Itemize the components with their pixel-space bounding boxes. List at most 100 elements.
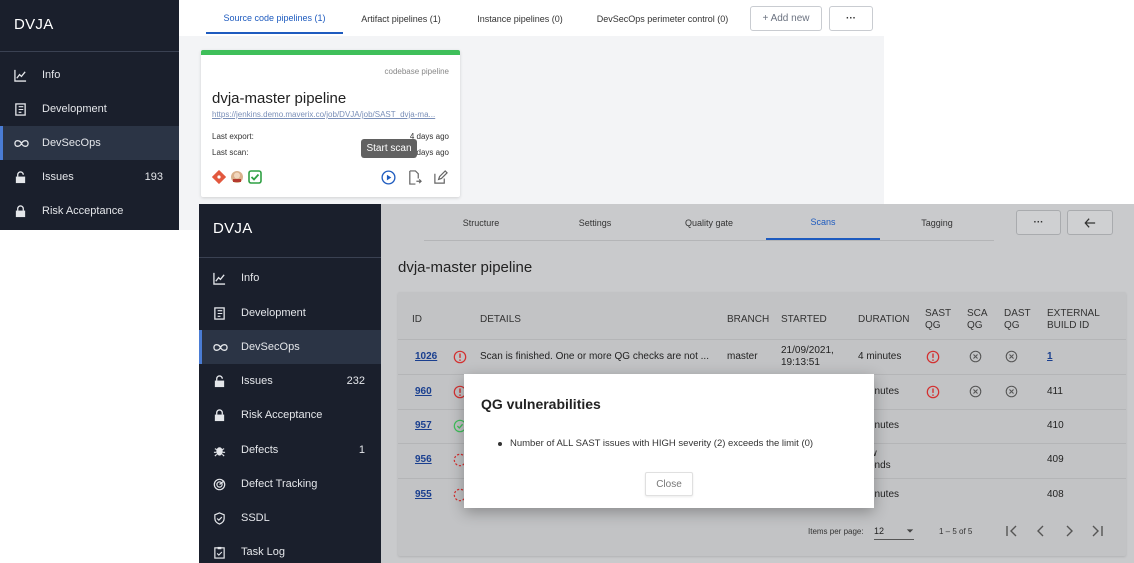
header-dast-qg: DAST QG xyxy=(1004,308,1031,331)
sidebar-item-development[interactable]: Development xyxy=(0,92,179,126)
back-button[interactable] xyxy=(1067,210,1113,235)
sidebar-item-label: Risk Acceptance xyxy=(241,409,323,421)
lock-closed-icon xyxy=(14,204,38,218)
tab-settings[interactable]: Settings xyxy=(538,206,652,240)
sidebar-divider xyxy=(0,51,179,52)
sidebar-item-label: Issues xyxy=(241,375,273,387)
tab-divider xyxy=(424,240,994,241)
first-page-icon xyxy=(1006,525,1017,537)
next-page-button[interactable] xyxy=(1062,524,1076,538)
sidebar-item-ssdl[interactable]: SSDL xyxy=(199,501,381,535)
sast-qg-error-icon[interactable] xyxy=(926,385,940,404)
sidebar-item-info[interactable]: Info xyxy=(199,261,381,295)
sidebar-item-label: Task Log xyxy=(241,546,286,558)
sidebar-item-label: Info xyxy=(241,272,260,284)
sidebar-item-task-log[interactable]: Task Log xyxy=(199,535,381,563)
sidebar-divider xyxy=(199,257,381,258)
sidebar-item-label: Defects xyxy=(241,444,279,456)
sast-check-icon xyxy=(248,170,262,184)
external-build-id: 408 xyxy=(1047,488,1064,500)
scan-started-time: 19:13:51 xyxy=(781,357,820,369)
dialog-title: QG vulnerabilities xyxy=(481,396,601,412)
header-branch: BRANCH xyxy=(727,314,770,325)
active-indicator xyxy=(0,126,3,160)
more-options-button[interactable]: ··· xyxy=(1016,210,1061,235)
sidebar-item-issues[interactable]: Issues 232 xyxy=(199,364,381,398)
sast-qg-error-icon[interactable] xyxy=(926,350,940,369)
sidebar-item-defects[interactable]: Defects 1 xyxy=(199,433,381,467)
external-build-id: 410 xyxy=(1047,420,1064,431)
dialog-list-item: Number of ALL SAST issues with HIGH seve… xyxy=(498,438,813,449)
sidebar-item-risk-acceptance[interactable]: Risk Acceptance xyxy=(0,194,179,228)
pipeline-detail-tabs: Structure Settings Quality gate Scans Ta… xyxy=(424,206,994,240)
tab-devsecops-perimeter-control[interactable]: DevSecOps perimeter control (0) xyxy=(581,4,744,34)
scan-details: Scan is finished. One or more QG checks … xyxy=(480,351,709,363)
sidebar-item-development[interactable]: Development xyxy=(199,296,381,330)
page-title: dvja-master pipeline xyxy=(398,259,533,276)
bullet xyxy=(498,441,502,446)
shield-check-icon xyxy=(213,511,237,525)
add-new-button[interactable]: + Add new xyxy=(750,6,822,31)
lock-icon xyxy=(213,374,237,388)
chevron-down-icon xyxy=(906,528,914,533)
sidebar-item-defect-tracking[interactable]: Defect Tracking xyxy=(199,467,381,501)
scan-id-link[interactable]: 957 xyxy=(415,420,432,432)
pipeline-tabs: Source code pipelines (1) Artifact pipel… xyxy=(206,4,744,34)
pipeline-type-label: codebase pipeline xyxy=(384,67,450,76)
sidebar-item-label: Info xyxy=(42,69,61,81)
close-button[interactable]: Close xyxy=(645,472,693,496)
chart-line-icon xyxy=(14,69,38,82)
sidebar-item-risk-acceptance[interactable]: Risk Acceptance xyxy=(199,398,381,432)
sca-qg-cancel-icon xyxy=(969,385,982,403)
chart-line-icon xyxy=(213,272,237,285)
scan-id-link[interactable]: 955 xyxy=(415,489,432,501)
tab-artifact-pipelines[interactable]: Artifact pipelines (1) xyxy=(343,4,459,34)
git-icon xyxy=(211,169,227,185)
scan-id-link[interactable]: 1026 xyxy=(415,351,437,363)
tab-instance-pipelines[interactable]: Instance pipelines (0) xyxy=(459,4,581,34)
sidebar-item-devsecops[interactable]: DevSecOps xyxy=(199,330,381,364)
sidebar-item-issues[interactable]: Issues 193 xyxy=(0,160,179,194)
tab-scans[interactable]: Scans xyxy=(766,206,880,240)
last-page-button[interactable] xyxy=(1090,524,1104,538)
sidebar-item-label: Development xyxy=(42,103,107,115)
external-build-link[interactable]: 1 xyxy=(1047,351,1053,363)
sidebar-item-label: DevSecOps xyxy=(42,137,101,149)
pipeline-card[interactable]: codebase pipeline dvja-master pipeline h… xyxy=(201,50,460,197)
last-page-icon xyxy=(1092,525,1103,537)
infinity-icon xyxy=(213,341,237,354)
scan-duration: 4 minutes xyxy=(858,351,902,363)
sidebar-item-label: Development xyxy=(241,307,306,319)
lock-closed-icon xyxy=(213,408,237,422)
issues-count: 232 xyxy=(346,375,365,387)
scan-id-link[interactable]: 956 xyxy=(415,454,432,466)
tab-tagging[interactable]: Tagging xyxy=(880,206,994,240)
tab-source-code-pipelines[interactable]: Source code pipelines (1) xyxy=(206,4,343,34)
clipboard-icon xyxy=(213,546,237,559)
more-options-button[interactable]: ··· xyxy=(829,6,873,31)
brand-logo: DVJA xyxy=(213,220,253,237)
edit-icon[interactable] xyxy=(433,170,448,185)
bug-icon xyxy=(213,444,237,457)
card-status-bar xyxy=(201,50,460,55)
items-per-page-select[interactable]: 12 xyxy=(874,522,914,540)
pipeline-url-link[interactable]: https://jenkins.demo.maverix.co/job/DVJA… xyxy=(212,110,450,119)
tab-structure[interactable]: Structure xyxy=(424,206,538,240)
chevron-left-icon xyxy=(1037,525,1044,537)
sidebar-item-devsecops[interactable]: DevSecOps xyxy=(0,126,179,160)
sidebar-item-label: SSDL xyxy=(241,512,270,524)
pipeline-title: dvja-master pipeline xyxy=(212,90,347,107)
start-scan-button[interactable] xyxy=(381,170,396,185)
items-per-page-label: Items per page: xyxy=(808,527,864,536)
last-scan-label: Last scan: xyxy=(212,148,249,157)
scan-id-link[interactable]: 960 xyxy=(415,386,432,398)
tab-quality-gate[interactable]: Quality gate xyxy=(652,206,766,240)
header-started: STARTED xyxy=(781,314,827,325)
defects-count: 1 xyxy=(358,444,365,456)
pipelines-screen: DVJA Info Development DevSecOps Issues 1… xyxy=(0,0,884,230)
first-page-button[interactable] xyxy=(1005,524,1019,538)
export-icon[interactable] xyxy=(407,170,422,185)
sidebar-item-info[interactable]: Info xyxy=(0,58,179,92)
previous-page-button[interactable] xyxy=(1034,524,1048,538)
scans-screen: DVJA Info Development DevSecOps Issues 2… xyxy=(199,204,1134,563)
